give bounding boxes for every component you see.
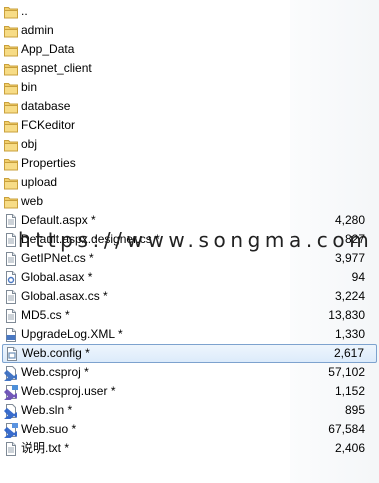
folder-icon [3,80,19,96]
file-name: UpgradeLog.XML * [21,327,123,341]
folder-icon [3,118,19,134]
file-row[interactable]: 说明.txt * 2,406 [0,439,379,458]
folder-icon [3,42,19,58]
file-name: .. [21,4,28,18]
file-size: 3,224 [334,289,365,303]
file-row[interactable]: Web.csproj * 57,102 [0,363,379,384]
watermark-text: https://www.songma.com [18,228,374,252]
file-name: Global.asax * [21,270,93,284]
file-size: 895 [344,403,365,417]
file-row[interactable]: Global.asax.cs * 3,224 [0,287,379,306]
folder-icon [3,99,19,115]
file-name: Global.asax.cs * [21,289,108,303]
folder-icon [3,137,19,153]
folder-row[interactable]: admin [0,21,379,40]
file-size: 1,152 [334,384,365,398]
folder-icon [3,175,19,191]
config-file-icon [4,346,20,362]
file-name: obj [21,137,38,151]
folder-icon [3,23,19,39]
file-row[interactable]: Web.config * 2,617 [2,344,377,363]
suo-file-icon [3,422,19,441]
folder-row[interactable]: bin [0,78,379,97]
file-size: 57,102 [328,365,365,379]
file-name: Web.config * [22,346,90,360]
folder-row[interactable]: web [0,192,379,211]
text-file-icon [3,308,19,324]
file-name: upload [21,175,58,189]
text-file-icon [3,289,19,305]
file-name: App_Data [21,42,75,56]
file-size: 2,406 [334,441,365,455]
file-name: Web.csproj * [21,365,89,379]
xml-file-icon [3,327,19,343]
text-file-icon [3,232,19,248]
file-name: FCKeditor [21,118,76,132]
file-name: MD5.cs * [21,308,70,322]
folder-icon [3,61,19,77]
folder-row[interactable]: .. [0,2,379,21]
text-file-icon [3,251,19,267]
aspx-file-icon [3,213,19,229]
csproj-user-file-icon [3,384,19,403]
folder-icon [3,4,19,20]
file-name: 说明.txt * [21,441,70,455]
file-name: aspnet_client [21,61,92,75]
file-name: bin [21,80,38,94]
folder-row[interactable]: upload [0,173,379,192]
file-row[interactable]: MD5.cs * 13,830 [0,306,379,325]
file-row[interactable]: Web.sln * 895 [0,401,379,422]
file-list-panel: .. admin App_Data aspnet_clientbin database F… [0,0,379,483]
file-row[interactable]: Web.csproj.user * 1,152 [0,382,379,403]
file-size: 13,830 [328,308,365,322]
file-name: Web.sln * [21,403,73,417]
file-name: Web.csproj.user * [21,384,116,398]
file-size: 1,330 [334,327,365,341]
folder-row[interactable]: aspnet_client [0,59,379,78]
file-row[interactable]: UpgradeLog.XML * 1,330 [0,325,379,344]
file-name: Properties [21,156,76,170]
folder-row[interactable]: FCKeditor [0,116,379,135]
asax-file-icon [3,270,19,286]
folder-icon [3,156,19,172]
file-row[interactable]: Web.suo * 67,584 [0,420,379,441]
csproj-file-icon [3,365,19,384]
file-size: 67,584 [328,422,365,436]
file-name: database [21,99,71,113]
sln-file-icon [3,403,19,422]
folder-icon [3,194,19,210]
folder-row[interactable]: App_Data [0,40,379,59]
file-size: 2,617 [333,346,364,360]
file-size: 94 [351,270,365,284]
file-name: web [21,194,44,208]
folder-row[interactable]: database [0,97,379,116]
folder-row[interactable]: Properties [0,154,379,173]
file-name: admin [21,23,54,37]
text-file-icon [3,441,19,457]
folder-row[interactable]: obj [0,135,379,154]
file-row[interactable]: Global.asax * 94 [0,268,379,287]
file-name: Web.suo * [21,422,77,436]
